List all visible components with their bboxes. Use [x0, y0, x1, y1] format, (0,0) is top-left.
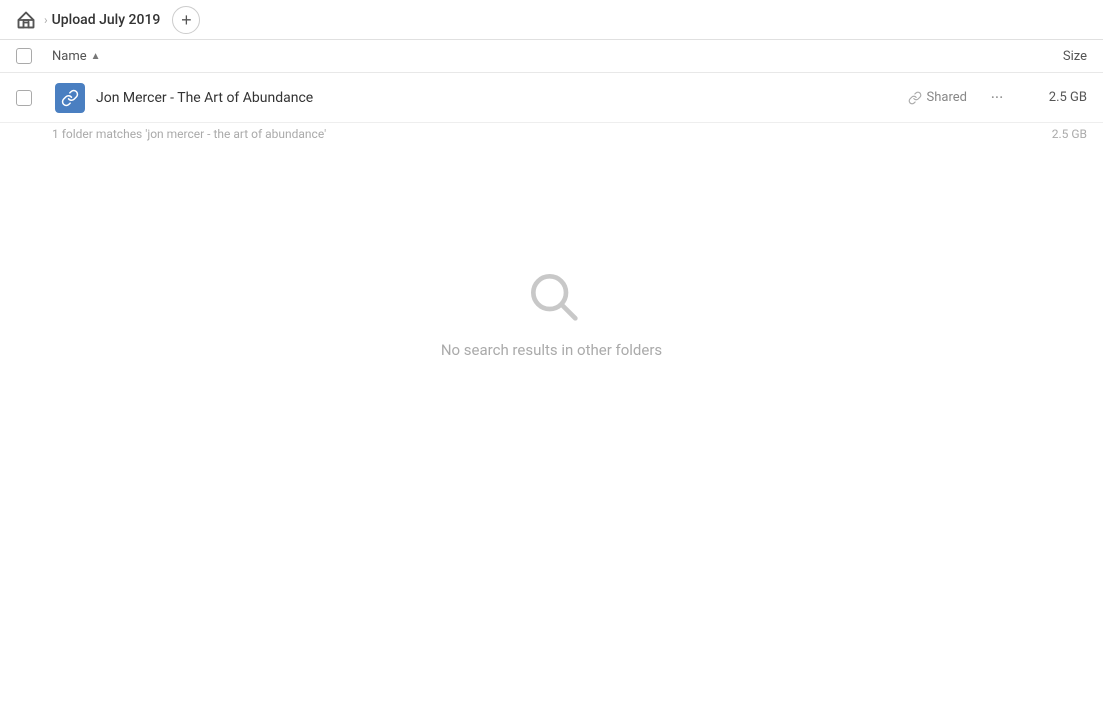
no-results-message: No search results in other folders	[441, 341, 662, 359]
header: › Upload July 2019 +	[0, 0, 1103, 40]
search-icon-svg	[524, 267, 580, 323]
shared-label: Shared	[927, 90, 967, 105]
select-all-checkbox[interactable]	[16, 48, 32, 64]
home-button[interactable]	[16, 10, 36, 30]
more-options-button[interactable]: ···	[983, 84, 1011, 112]
table-row[interactable]: Jon Mercer - The Art of Abundance Shared…	[0, 73, 1103, 123]
name-column-header[interactable]: Name ▲	[52, 49, 1007, 64]
match-text: 1 folder matches 'jon mercer - the art o…	[52, 127, 1027, 141]
file-size: 2.5 GB	[1027, 90, 1087, 105]
match-size: 2.5 GB	[1027, 127, 1087, 141]
sort-arrow-icon: ▲	[91, 51, 101, 62]
row-checkbox[interactable]	[16, 90, 32, 106]
folder-icon	[55, 83, 85, 113]
empty-state: No search results in other folders	[0, 145, 1103, 419]
no-results-search-icon	[522, 265, 582, 325]
breadcrumb-label: Upload July 2019	[52, 12, 161, 28]
size-column-header[interactable]: Size	[1007, 49, 1087, 64]
shared-badge: Shared	[908, 90, 967, 105]
header-checkbox-col	[16, 48, 52, 64]
folder-icon-wrap	[52, 83, 88, 113]
name-column-label: Name	[52, 49, 87, 64]
add-button[interactable]: +	[172, 6, 200, 34]
more-options-icon: ···	[991, 88, 1004, 107]
breadcrumb-chevron: ›	[44, 13, 48, 27]
file-name: Jon Mercer - The Art of Abundance	[96, 90, 908, 106]
folder-svg	[61, 89, 79, 107]
link-icon	[908, 91, 922, 105]
column-headers: Name ▲ Size	[0, 40, 1103, 73]
row-checkbox-col	[16, 90, 52, 106]
match-info-row: 1 folder matches 'jon mercer - the art o…	[0, 123, 1103, 145]
home-icon	[16, 10, 36, 30]
size-column-label: Size	[1063, 49, 1087, 64]
